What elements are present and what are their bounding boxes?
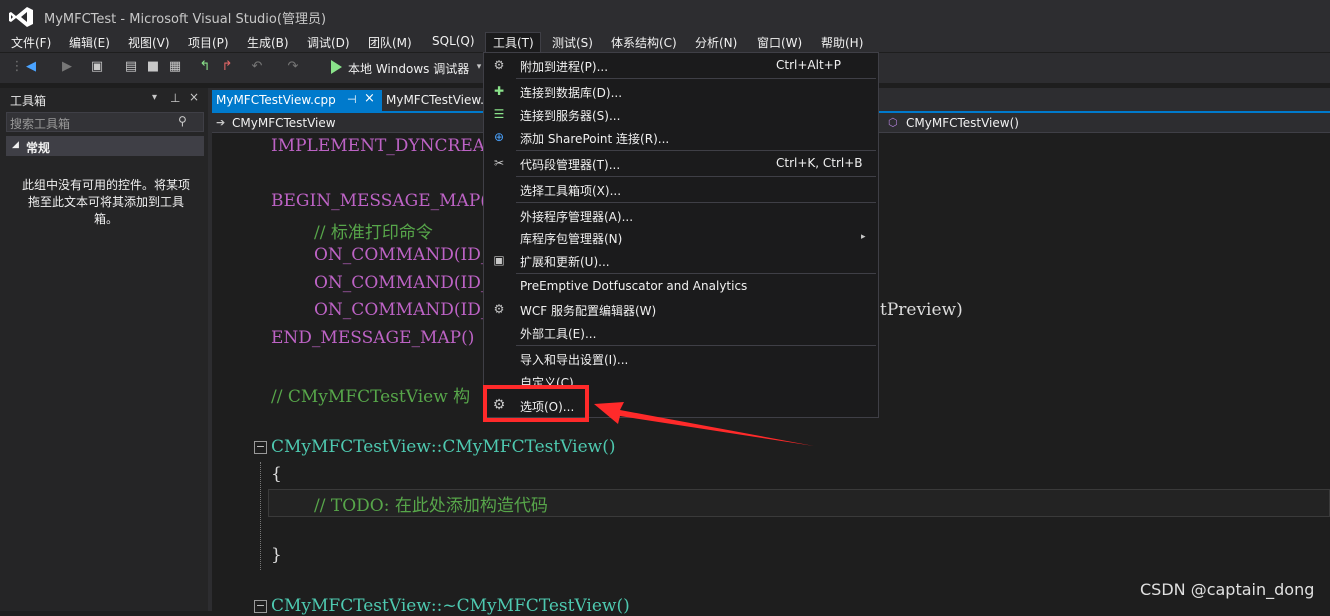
menu-item-external-tools[interactable]: 外部工具(E)... <box>520 325 596 342</box>
menu-separator <box>516 345 876 346</box>
step-out-icon[interactable]: ↱ <box>220 60 234 74</box>
menu-separator <box>516 202 876 203</box>
code-line: // CMyMFCTestView 构 <box>271 387 471 407</box>
annotation-highlight-box <box>483 385 589 422</box>
extensions-icon: ▣ <box>493 253 505 267</box>
menu-item-extensions[interactable]: 扩展和更新(U)... <box>520 253 610 270</box>
menu-sql[interactable]: SQL(Q) <box>432 34 475 48</box>
connect-server-icon: ☰ <box>493 107 505 121</box>
pin-tab-icon[interactable]: ⊣ <box>347 93 357 106</box>
toolbox-panel <box>0 88 208 611</box>
code-line: } <box>271 545 282 565</box>
close-icon[interactable]: × <box>189 90 199 104</box>
member-dropdown[interactable]: CMyMFCTestView() <box>906 116 1019 130</box>
code-line: IMPLEMENT_DYNCREATE( <box>271 136 515 156</box>
visual-studio-logo-icon <box>9 7 33 27</box>
snippet-icon: ✂ <box>493 156 505 170</box>
save-icon[interactable]: ■ <box>146 60 160 74</box>
tab-myfctestview-h[interactable]: MyMFCTestView.h <box>386 93 492 107</box>
menu-debug[interactable]: 调试(D) <box>307 34 350 51</box>
menu-item-choose-toolbox[interactable]: 选择工具箱项(X)... <box>520 182 621 199</box>
window-title: MyMFCTest - Microsoft Visual Studio(管理员) <box>44 12 327 27</box>
class-dropdown[interactable]: CMyMFCTestView <box>232 116 336 130</box>
code-line: END_MESSAGE_MAP() <box>271 328 475 348</box>
menu-item-import-export[interactable]: 导入和导出设置(I)... <box>520 351 628 368</box>
menu-separator <box>516 176 876 177</box>
back-icon[interactable]: ◀ <box>24 60 38 74</box>
menu-item-wcf-editor[interactable]: WCF 服务配置编辑器(W) <box>520 302 656 319</box>
annotation-arrow-icon <box>594 402 814 446</box>
menu-separator <box>516 273 876 274</box>
forward-icon[interactable]: ▶ <box>60 60 74 74</box>
menu-edit[interactable]: 编辑(E) <box>69 34 110 51</box>
pin-icon[interactable]: ⊥ <box>170 91 180 105</box>
menu-team[interactable]: 团队(M) <box>368 34 412 51</box>
collapse-icon[interactable]: − <box>254 600 267 613</box>
save-all-icon[interactable]: ▦ <box>168 60 182 74</box>
shortcut-snippet-manager: Ctrl+K, Ctrl+B <box>776 156 863 170</box>
shortcut-attach-process: Ctrl+Alt+P <box>776 58 841 72</box>
menu-item-dotfuscator[interactable]: PreEmptive Dotfuscator and Analytics <box>520 279 747 293</box>
start-debug-icon[interactable] <box>331 60 342 74</box>
close-tab-icon[interactable]: × <box>364 91 375 106</box>
menu-test[interactable]: 测试(S) <box>552 34 593 51</box>
menu-item-attach-process[interactable]: 附加到进程(P)... <box>520 58 608 75</box>
collapse-icon[interactable]: − <box>254 441 267 454</box>
method-cube-icon: ⬡ <box>888 116 898 129</box>
attach-process-icon: ⚙ <box>493 58 505 72</box>
toolbox-title: 工具箱 <box>10 94 47 108</box>
code-line: tPreview) <box>880 300 963 320</box>
menu-item-library-package-manager[interactable]: 库程序包管理器(N) <box>520 230 622 247</box>
new-project-icon[interactable]: ▣ <box>90 60 104 74</box>
menu-build[interactable]: 生成(B) <box>247 34 289 51</box>
menu-window[interactable]: 窗口(W) <box>757 34 802 51</box>
menu-separator <box>516 78 876 79</box>
fold-guide <box>260 462 261 570</box>
menu-architecture[interactable]: 体系结构(C) <box>611 34 677 51</box>
debug-target-button[interactable]: 本地 Windows 调试器 <box>348 60 469 77</box>
code-line: ON_COMMAND(ID_FI <box>314 300 508 320</box>
search-icon[interactable]: ⚲ <box>178 114 187 128</box>
menu-item-snippet-manager[interactable]: 代码段管理器(T)... <box>520 156 620 173</box>
code-line: CMyMFCTestView::~CMyMFCTestView() <box>271 596 630 616</box>
menu-item-sharepoint[interactable]: 添加 SharePoint 连接(R)... <box>520 130 669 147</box>
open-file-icon[interactable]: ▤ <box>124 60 138 74</box>
code-line: ON_COMMAND(ID_FI <box>314 273 508 293</box>
code-line: ON_COMMAND(ID_FI <box>314 245 508 265</box>
menu-analyze[interactable]: 分析(N) <box>695 34 737 51</box>
toolbox-empty-message: 此组中没有可用的控件。将某项拖至此文本可将其添加到工具箱。 <box>21 178 190 226</box>
sharepoint-icon: ⊕ <box>493 130 505 144</box>
expand-triangle-icon[interactable]: ◢ <box>12 140 19 150</box>
menu-view[interactable]: 视图(V) <box>128 34 170 51</box>
toolbox-group-label: 常规 <box>26 141 51 155</box>
wcf-gear-icon: ⚙ <box>493 302 505 316</box>
code-line: BEGIN_MESSAGE_MAP(CM <box>271 191 518 211</box>
code-line: CMyMFCTestView::CMyMFCTestView() <box>271 437 616 457</box>
step-icon[interactable]: ↰ <box>198 60 212 74</box>
menu-separator <box>516 150 876 151</box>
class-arrow-icon: ➔ <box>216 116 226 129</box>
code-line: // TODO: 在此处添加构造代码 <box>314 496 548 516</box>
code-line: // 标准打印命令 <box>314 223 433 243</box>
menu-project[interactable]: 项目(P) <box>188 34 229 51</box>
menu-file[interactable]: 文件(F) <box>11 34 51 51</box>
connect-database-icon: ✚ <box>493 84 505 98</box>
undo-icon[interactable]: ↶ <box>250 60 264 74</box>
toolbar-grip-icon: ⋮ <box>10 59 24 74</box>
tab-label: MyMFCTestView.cpp <box>216 93 336 107</box>
menu-tools[interactable]: 工具(T) <box>493 34 534 51</box>
toolbox-search-placeholder: 搜索工具箱 <box>10 117 71 131</box>
menu-item-addin-manager[interactable]: 外接程序管理器(A)... <box>520 208 633 225</box>
menu-item-connect-database[interactable]: 连接到数据库(D)... <box>520 84 622 101</box>
toolbox-dropdown-icon[interactable]: ▾ <box>152 92 157 103</box>
menu-help[interactable]: 帮助(H) <box>821 34 863 51</box>
submenu-arrow-icon: ▸ <box>861 232 866 242</box>
code-line: { <box>271 464 282 484</box>
redo-icon[interactable]: ↷ <box>286 60 300 74</box>
menu-item-connect-server[interactable]: 连接到服务器(S)... <box>520 107 620 124</box>
watermark: CSDN @captain_dong <box>1140 580 1315 599</box>
